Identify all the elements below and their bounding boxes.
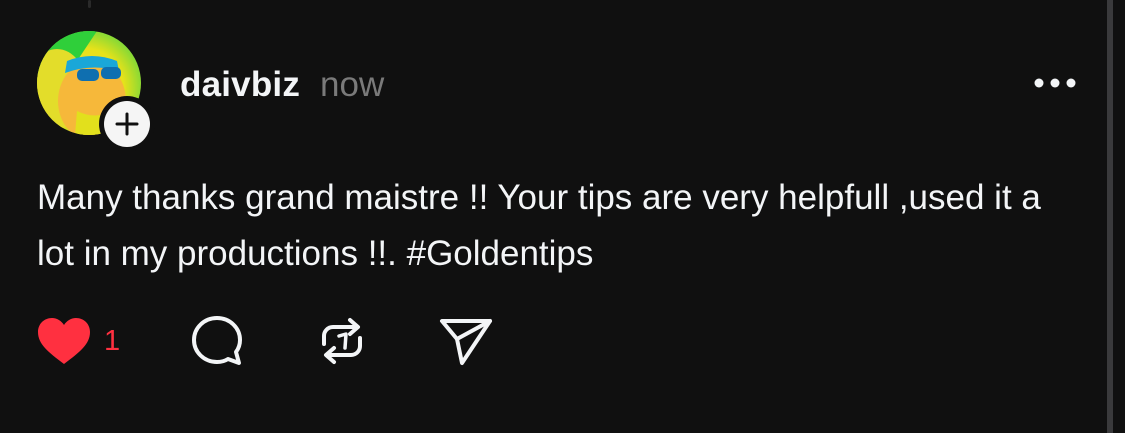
comment-bubble-icon	[192, 316, 242, 365]
reply-button[interactable]	[190, 313, 244, 369]
repost-icon	[322, 318, 362, 364]
more-options-icon	[1034, 78, 1076, 88]
send-icon	[440, 319, 492, 365]
post-body-text: Many thanks grand maistre !! Your tips a…	[37, 178, 1041, 273]
follow-button[interactable]	[99, 96, 155, 152]
username[interactable]: daivbiz	[180, 65, 300, 105]
scrollbar[interactable]	[1107, 0, 1113, 433]
timestamp: now	[320, 65, 385, 104]
like-count: 1	[104, 324, 121, 357]
more-options-button[interactable]	[1030, 68, 1080, 98]
post-actions-bar: 1	[36, 313, 556, 369]
like-button[interactable]: 1	[36, 313, 120, 369]
post-header: daivbiz now	[180, 60, 384, 110]
heart-filled-icon	[38, 318, 90, 364]
thread-connector-line	[88, 0, 91, 8]
plus-icon	[115, 112, 139, 136]
share-button[interactable]	[438, 313, 494, 369]
repost-button[interactable]	[316, 313, 368, 369]
